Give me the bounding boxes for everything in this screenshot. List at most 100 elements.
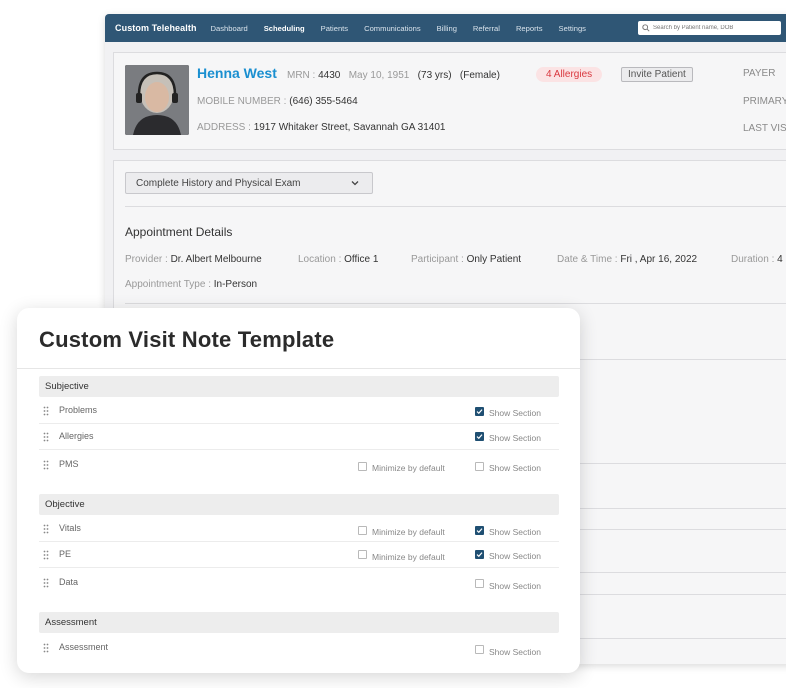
nav-settings[interactable]: Settings xyxy=(559,24,586,33)
sex-value: (Female) xyxy=(459,70,500,81)
show-section-label: Show Section xyxy=(489,408,541,418)
exam-type-dropdown[interactable]: Complete History and Physical Exam xyxy=(125,172,373,194)
brand-logo: Custom Telehealth xyxy=(115,23,197,33)
template-item-data[interactable]: Data Show Section xyxy=(39,570,559,596)
top-nav: Custom Telehealth Dashboard Scheduling P… xyxy=(105,14,786,42)
show-section-checkbox[interactable] xyxy=(475,407,484,416)
minimize-checkbox[interactable] xyxy=(358,550,367,559)
search-box[interactable] xyxy=(638,21,781,35)
divider xyxy=(125,303,786,304)
address-value: 1917 Whitaker Street, Savannah GA 31401 xyxy=(253,122,446,133)
divider xyxy=(125,206,786,207)
custom-visit-note-template-dialog: Custom Visit Note Template Subjective Pr… xyxy=(17,308,580,673)
show-section-checkbox[interactable] xyxy=(475,432,484,441)
drag-handle-icon[interactable] xyxy=(43,406,49,416)
mobile-line: MOBILE NUMBER : (646) 355-5464 xyxy=(197,96,358,107)
minimize-label: Minimize by default xyxy=(372,463,445,473)
chevron-down-icon xyxy=(351,181,359,186)
nav-dashboard[interactable]: Dashboard xyxy=(211,24,248,33)
nav-scheduling[interactable]: Scheduling xyxy=(264,24,305,33)
item-label: PE xyxy=(59,549,72,559)
invite-patient-button[interactable]: Invite Patient xyxy=(621,67,693,82)
drag-handle-icon[interactable] xyxy=(43,578,49,588)
duration-value: 4 xyxy=(777,254,783,265)
drag-handle-icon[interactable] xyxy=(43,460,49,470)
nav-reports[interactable]: Reports xyxy=(516,24,543,33)
mobile-label: MOBILE NUMBER : xyxy=(197,96,287,107)
datetime-info: Date & Time : Fri , Apr 16, 2022 xyxy=(557,254,698,265)
patient-avatar xyxy=(125,65,189,135)
minimize-checkbox[interactable] xyxy=(358,526,367,535)
show-section-checkbox[interactable] xyxy=(475,579,484,588)
patient-meta: MRN : 4430 May 10, 1951 (73 yrs) (Female… xyxy=(287,70,500,81)
drag-handle-icon[interactable] xyxy=(43,643,49,653)
show-section-label: Show Section xyxy=(489,647,541,657)
template-item-pms[interactable]: PMS Minimize by default Show Section xyxy=(39,452,559,478)
provider-value: Dr. Albert Melbourne xyxy=(170,254,262,265)
dialog-title: Custom Visit Note Template xyxy=(39,327,335,352)
item-label: Assessment xyxy=(59,642,109,652)
appointment-type-info: Appointment Type : In-Person xyxy=(125,279,258,290)
location-value: Office 1 xyxy=(344,254,379,265)
show-section-label: Show Section xyxy=(489,463,541,473)
template-item-allergies[interactable]: Allergies Show Section xyxy=(39,424,559,450)
duration-info: Duration : 4 xyxy=(731,254,783,265)
show-section-checkbox[interactable] xyxy=(475,526,484,535)
divider xyxy=(17,368,580,369)
exam-type-value: Complete History and Physical Exam xyxy=(136,177,301,189)
template-item-pe[interactable]: PE Minimize by default Show Section xyxy=(39,542,559,568)
mrn-label: MRN : xyxy=(287,70,316,81)
check-icon xyxy=(476,528,483,534)
show-section-checkbox[interactable] xyxy=(475,550,484,559)
age-value: (73 yrs) xyxy=(417,70,452,81)
section-header-objective: Objective xyxy=(39,494,559,515)
show-section-checkbox[interactable] xyxy=(475,645,484,654)
nav-billing[interactable]: Billing xyxy=(437,24,457,33)
location-info: Location : Office 1 xyxy=(298,254,379,265)
section-header-subjective: Subjective xyxy=(39,376,559,397)
address-label: ADDRESS : xyxy=(197,122,251,133)
check-icon xyxy=(476,434,483,440)
patient-card: Henna West MRN : 4430 May 10, 1951 (73 y… xyxy=(113,52,786,150)
search-icon xyxy=(642,24,650,32)
participant-info: Participant : Only Patient xyxy=(411,254,522,265)
section-header-assessment: Assessment xyxy=(39,612,559,633)
check-icon xyxy=(476,409,483,415)
item-label: Vitals xyxy=(59,523,81,533)
show-section-label: Show Section xyxy=(489,551,541,561)
dob-value: May 10, 1951 xyxy=(348,70,410,81)
nav-referral[interactable]: Referral xyxy=(473,24,500,33)
template-item-vitals[interactable]: Vitals Minimize by default Show Section xyxy=(39,516,559,542)
payer-label: PAYER xyxy=(743,68,776,79)
item-label: Data xyxy=(59,577,79,587)
minimize-label: Minimize by default xyxy=(372,552,445,562)
template-item-problems[interactable]: Problems Show Section xyxy=(39,398,559,424)
allergies-badge[interactable]: 4 Allergies xyxy=(536,67,603,82)
item-label: PMS xyxy=(59,459,79,469)
drag-handle-icon[interactable] xyxy=(43,550,49,560)
appointment-details-heading: Appointment Details xyxy=(125,225,233,239)
mrn-value: 4430 xyxy=(318,70,341,81)
address-line: ADDRESS : 1917 Whitaker Street, Savannah… xyxy=(197,122,445,133)
item-label: Problems xyxy=(59,405,98,415)
template-item-assessment[interactable]: Assessment Show Section xyxy=(39,635,559,661)
show-section-checkbox[interactable] xyxy=(475,462,484,471)
search-input[interactable] xyxy=(653,25,773,31)
show-section-label: Show Section xyxy=(489,581,541,591)
nav-patients[interactable]: Patients xyxy=(321,24,348,33)
patient-name[interactable]: Henna West xyxy=(197,65,277,81)
last-visit-label: LAST VIS xyxy=(743,123,786,134)
provider-info: Provider : Dr. Albert Melbourne xyxy=(125,254,262,265)
show-section-label: Show Section xyxy=(489,433,541,443)
item-label: Allergies xyxy=(59,431,94,441)
drag-handle-icon[interactable] xyxy=(43,524,49,534)
show-section-label: Show Section xyxy=(489,527,541,537)
minimize-checkbox[interactable] xyxy=(358,462,367,471)
datetime-value: Fri , Apr 16, 2022 xyxy=(620,254,698,265)
primary-label: PRIMARY xyxy=(743,96,786,107)
appointment-type-value: In-Person xyxy=(213,279,258,290)
drag-handle-icon[interactable] xyxy=(43,432,49,442)
nav-communications[interactable]: Communications xyxy=(364,24,421,33)
participant-value: Only Patient xyxy=(466,254,522,265)
minimize-label: Minimize by default xyxy=(372,527,445,537)
